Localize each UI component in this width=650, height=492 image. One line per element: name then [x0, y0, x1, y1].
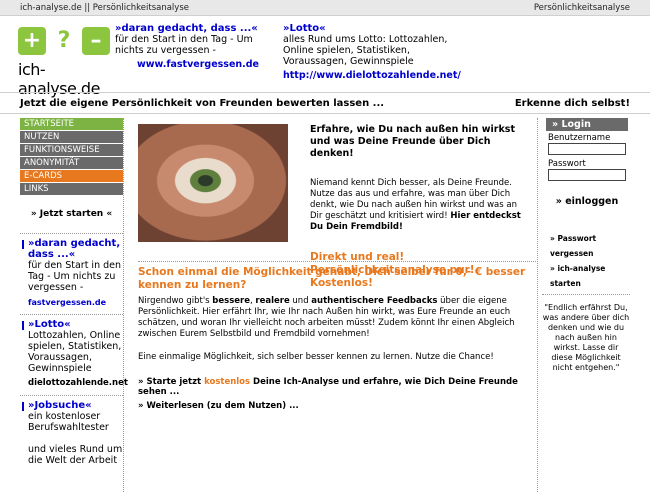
left-ad: »Lotto« Lottozahlen, Online spielen, Stat… — [20, 314, 128, 395]
nav-item-e-cards[interactable]: E-CARDS — [20, 170, 123, 182]
password-label: Passwort — [548, 158, 586, 169]
ad-link[interactable]: http://www.dielottozahlende.net/ — [283, 70, 461, 81]
login-links: » Passwort vergessen » ich-analyse start… — [550, 231, 633, 291]
ad-fastvergessen: »daran gedacht, dass ...« für den Start … — [115, 23, 280, 70]
main-content: Erfahre, wie Du nach außen hin wirkst un… — [132, 118, 536, 492]
password-input[interactable] — [548, 168, 626, 181]
question-person-icon: ? — [50, 27, 78, 55]
username-input[interactable] — [548, 143, 626, 155]
eye-photo — [138, 124, 288, 242]
ad-headline: »daran gedacht, dass ...« — [115, 23, 258, 34]
start-now-link[interactable]: » Jetzt starten « — [20, 209, 123, 219]
left-ad-text: ein kostenloser Berufswahltester — [28, 411, 109, 433]
left-ad-text: für den Start in den Tag - Um nichts zu … — [28, 260, 122, 293]
ad-text: alles Rund ums Lotto: Lottozahlen, Onlin… — [283, 34, 448, 67]
breadcrumb: ich-analyse.de || Persönlichkeitsanalyse — [20, 3, 189, 13]
section-question: Schon einmal die Möglichkeit gehabt, Dic… — [138, 261, 536, 292]
left-ad: »daran gedacht, dass ...« für den Start i… — [20, 233, 123, 314]
hero-body: Niemand kennt Dich besser, als Deine Fre… — [310, 178, 521, 232]
intro-paragraph: Nirgendwo gibt's bessere, realere und au… — [138, 296, 515, 339]
main-nav: STARTSEITE NUTZEN FUNKTIONSWEISE ANONYMITÄT… — [20, 118, 123, 195]
testimonial-quote: "Endlich erfährst Du, was andere über di… — [542, 294, 630, 373]
left-ads: »daran gedacht, dass ...« für den Start i… — [20, 233, 128, 470]
chance-paragraph: Eine einmalige Möglichkeit, sich selber … — [138, 352, 494, 362]
left-sidebar: STARTSEITE NUTZEN FUNKTIONSWEISE ANONYMITÄT… — [20, 118, 128, 492]
top-bar: ich-analyse.de || Persönlichkeitsanalyse… — [0, 0, 650, 16]
login-button[interactable]: » einloggen — [546, 196, 628, 207]
ad-link[interactable]: www.fastvergessen.de — [115, 59, 280, 70]
login-box: » Login Benutzername Passwort » einlogge… — [546, 118, 628, 207]
ad-text: für den Start in den Tag - Um nichts zu … — [115, 34, 253, 56]
nav-item-nutzen[interactable]: NUTZEN — [20, 131, 123, 143]
page-heading-top: Persönlichkeitsanalyse — [533, 3, 630, 13]
left-ad-link[interactable]: fastvergessen.de — [28, 297, 123, 308]
nav-item-funktionsweise[interactable]: FUNKTIONSWEISE — [20, 144, 123, 156]
left-ad-link[interactable]: dielottozahlende.net — [28, 378, 128, 389]
ad-lotto: »Lotto« alles Rund ums Lotto: Lottozahle… — [283, 23, 461, 81]
ad-headline: »Lotto« — [283, 23, 326, 34]
start-analysis-side-link[interactable]: » ich-analyse starten — [550, 261, 633, 291]
left-ad-text-2: und vieles Rund um die Welt der Arbeit — [28, 444, 123, 466]
tagline-right: Erkenne dich selbst! — [514, 98, 630, 109]
nav-item-anonymität[interactable]: ANONYMITÄT — [20, 157, 123, 169]
right-sidebar: » Login Benutzername Passwort » einlogge… — [537, 118, 633, 492]
hero-title: Erfahre, wie Du nach außen hin wirkst un… — [310, 124, 515, 159]
left-ad-headline[interactable]: »Lotto« — [22, 319, 123, 330]
plus-icon: + — [18, 27, 46, 55]
left-ad-text: Lottozahlen, Online spielen, Statistiken… — [28, 330, 122, 374]
minus-icon: – — [82, 27, 110, 55]
nav-item-startseite[interactable]: STARTSEITE — [20, 118, 123, 130]
nav-item-links[interactable]: LINKS — [20, 183, 123, 195]
left-ad: »Jobsuche« ein kostenloser Berufswahltest… — [20, 395, 123, 470]
tagline-bar: Jetzt die eigene Persönlichkeit von Freu… — [0, 92, 650, 114]
forgot-password-link[interactable]: » Passwort vergessen — [550, 231, 633, 261]
tagline-left: Jetzt die eigene Persönlichkeit von Freu… — [20, 98, 385, 109]
left-ad-headline[interactable]: »Jobsuche« — [22, 400, 123, 411]
site-logo[interactable]: + ? – ich-analyse.de — [18, 27, 110, 98]
username-label: Benutzername — [548, 133, 611, 143]
left-ad-headline[interactable]: »daran gedacht, dass ...« — [22, 238, 123, 260]
start-analysis-link[interactable]: » Starte jetzt kostenlos Deine Ich-Analy… — [138, 377, 536, 397]
login-header: » Login — [546, 118, 628, 131]
read-more-link[interactable]: » Weiterlesen (zu dem Nutzen) ... — [138, 401, 299, 411]
